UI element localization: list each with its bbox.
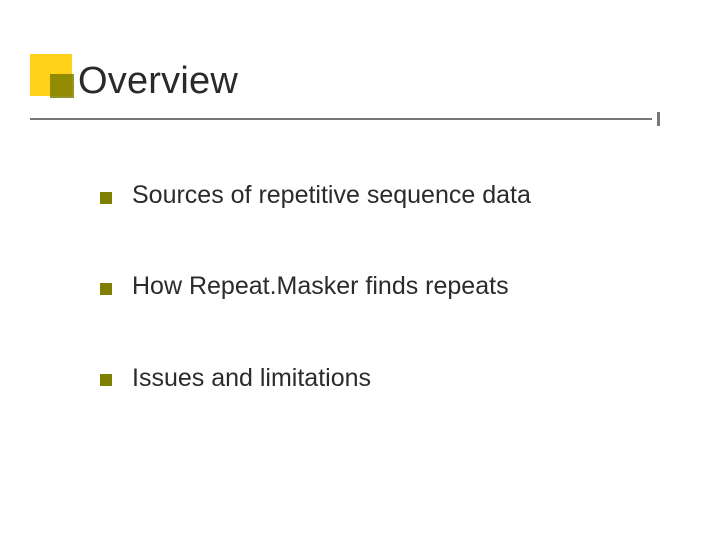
bullet-text: Sources of repetitive sequence data (132, 180, 531, 211)
square-bullet-icon (100, 283, 112, 295)
list-item: Issues and limitations (100, 363, 660, 394)
title-divider (30, 118, 652, 120)
title-divider-tick-icon (657, 112, 660, 126)
title-block: Overview (30, 60, 680, 103)
square-bullet-icon (100, 374, 112, 386)
square-bullet-icon (100, 192, 112, 204)
list-item: How Repeat.Masker finds repeats (100, 271, 660, 302)
bullet-text: Issues and limitations (132, 363, 371, 394)
page-title: Overview (30, 60, 680, 103)
list-item: Sources of repetitive sequence data (100, 180, 660, 211)
slide: Overview Sources of repetitive sequence … (0, 0, 720, 540)
bullet-text: How Repeat.Masker finds repeats (132, 271, 509, 302)
bullet-list: Sources of repetitive sequence data How … (100, 180, 660, 454)
